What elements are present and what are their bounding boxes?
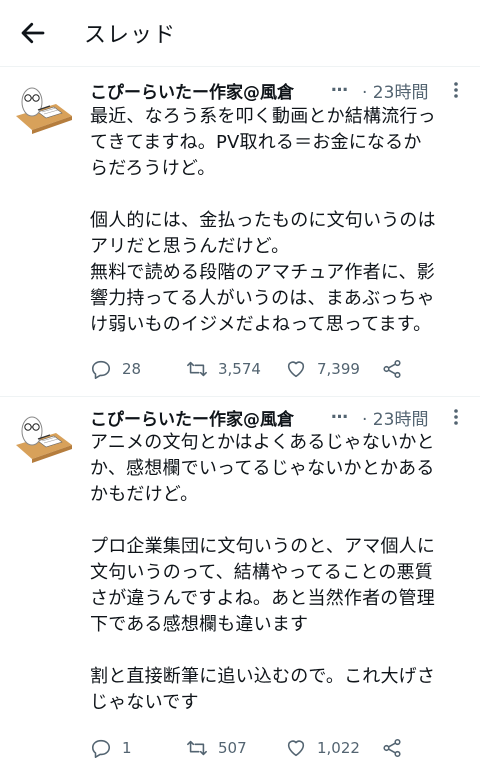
tweet-header: こぴーらいたー作家@風倉 … · 23時間 [90, 403, 470, 431]
name-ellipsis: … [331, 403, 349, 423]
author-name[interactable]: こぴーらいたー作家@風倉 [90, 78, 294, 103]
tweet-header: こぴーらいたー作家@風倉 … · 23時間 [90, 76, 470, 104]
more-icon[interactable] [452, 80, 460, 100]
like-button[interactable]: 1,022 [285, 736, 360, 760]
tweet-text: アニメの文句とかはよくあるじゃないかと か、感想欄でいってるじゃないかとかある … [90, 432, 436, 713]
page-title: スレッド [84, 23, 177, 48]
tweet-actions: 1 507 1,022 [90, 736, 460, 760]
share-icon [383, 738, 401, 758]
reply-count: 28 [122, 360, 142, 378]
share-icon [383, 359, 401, 379]
like-count: 1,022 [317, 739, 360, 757]
reply-icon [91, 360, 111, 379]
thread-header: スレッド [0, 0, 480, 67]
retweet-icon [187, 361, 207, 377]
like-icon [287, 740, 305, 757]
retweet-count: 507 [218, 739, 247, 757]
back-arrow-icon[interactable] [18, 18, 48, 48]
share-button[interactable] [381, 357, 403, 381]
reply-button[interactable]: 1 [90, 736, 132, 760]
author-name[interactable]: こぴーらいたー作家@風倉 [90, 405, 294, 430]
retweet-count: 3,574 [218, 360, 261, 378]
more-icon[interactable] [452, 407, 460, 427]
avatar[interactable] [14, 76, 74, 136]
reply-button[interactable]: 28 [90, 357, 141, 381]
like-button[interactable]: 7,399 [285, 357, 360, 381]
avatar[interactable] [14, 405, 74, 465]
timestamp[interactable]: · 23時間 [362, 78, 428, 103]
tweet[interactable]: こぴーらいたー作家@風倉 … · 23時間 最近、なろう系を叩く動画とか結構流行… [0, 66, 480, 396]
like-icon [287, 361, 305, 378]
retweet-icon [187, 740, 207, 756]
tweet[interactable]: こぴーらいたー作家@風倉 … · 23時間 アニメの文句とかはよくあるじゃないか… [0, 397, 480, 768]
reply-icon [91, 739, 111, 758]
reply-count: 1 [122, 739, 132, 757]
tweet-text: 最近、なろう系を叩く動画とか結構流行っ てきてますね。PV取れる＝お金になるか … [90, 106, 436, 335]
timestamp[interactable]: · 23時間 [362, 405, 428, 430]
name-ellipsis: … [331, 76, 349, 96]
tweet-actions: 28 3,574 7,399 [90, 357, 460, 381]
like-count: 7,399 [317, 360, 360, 378]
share-button[interactable] [381, 736, 403, 760]
retweet-button[interactable]: 507 [186, 736, 247, 760]
retweet-button[interactable]: 3,574 [186, 357, 261, 381]
